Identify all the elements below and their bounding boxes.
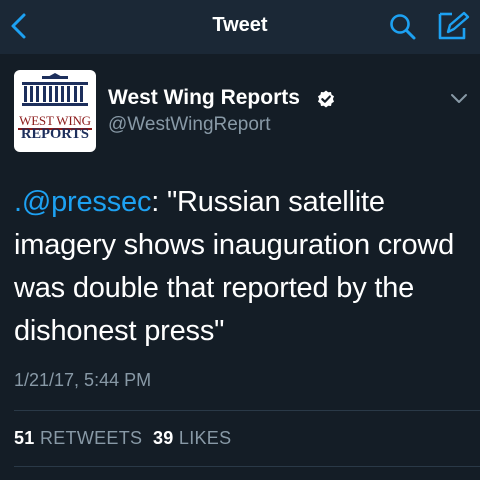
- nav-bar: Tweet: [0, 0, 480, 54]
- verified-badge-icon: [318, 90, 334, 108]
- search-button[interactable]: [388, 12, 418, 42]
- avatar-text-line2: REPORTS: [21, 126, 89, 142]
- search-icon: [390, 14, 416, 40]
- tweet-stats: 51 RETWEETS 39 LIKES: [14, 428, 231, 449]
- compose-button[interactable]: [436, 10, 470, 42]
- likes-count: 39: [152, 428, 174, 448]
- likes-label: LIKES: [178, 428, 232, 448]
- retweets-count: 51: [14, 428, 35, 448]
- avatar[interactable]: WEST WING REPORTS: [14, 70, 96, 152]
- timestamp: 1/21/17, 5:44 PM: [14, 370, 152, 390]
- author-display-name[interactable]: West Wing Reports: [108, 86, 300, 110]
- likes-stat[interactable]: 39 LIKES: [153, 428, 231, 448]
- divider: [14, 466, 480, 467]
- more-options-button[interactable]: [450, 92, 468, 104]
- retweets-label: RETWEETS: [39, 428, 143, 448]
- white-house-icon: [22, 73, 88, 106]
- retweets-stat[interactable]: 51 RETWEETS: [14, 428, 142, 448]
- chevron-down-icon: [451, 94, 467, 103]
- mention-link[interactable]: .@pressec: [14, 186, 151, 218]
- compose-icon: [438, 11, 470, 40]
- divider: [14, 410, 480, 411]
- tweet-text: .@pressec: "Russian satellite imagery sh…: [14, 181, 474, 353]
- author-handle[interactable]: @WestWingReport: [108, 114, 271, 136]
